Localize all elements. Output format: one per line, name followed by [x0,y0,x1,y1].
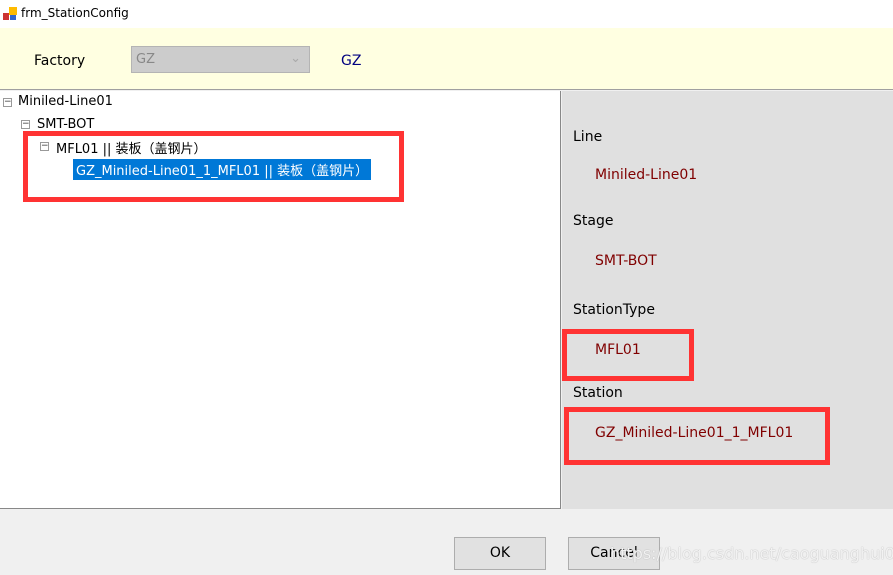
details-panel: Line Miniled-Line01 Stage SMT-BOT Statio… [562,91,893,509]
title-bar: frm_StationConfig [0,0,893,28]
factory-value: GZ [341,53,362,69]
station-tree[interactable]: − Miniled-Line01 − SMT-BOT − MFL01 || 装板… [0,91,561,509]
factory-select[interactable]: GZ ⌄ [131,46,310,73]
factory-select-value: GZ [136,52,155,67]
station-type-label: StationType [573,302,655,318]
tree-node-stage[interactable]: SMT-BOT [37,117,94,132]
window-title: frm_StationConfig [21,6,129,20]
app-icon [3,7,17,20]
station-label: Station [573,385,623,401]
line-label: Line [573,129,603,145]
highlight-box [564,407,830,465]
collapse-icon[interactable]: − [21,120,30,129]
stage-value: SMT-BOT [595,253,657,269]
highlight-box [562,329,694,381]
stage-label: Stage [573,213,614,229]
line-value: Miniled-Line01 [595,167,698,183]
watermark: https://blog.csdn.net/caoguanghui0804 [610,544,893,563]
tree-node-line[interactable]: Miniled-Line01 [18,94,113,109]
factory-label: Factory [34,53,86,69]
ok-button[interactable]: OK [454,537,546,570]
collapse-icon[interactable]: − [3,98,12,107]
chevron-down-icon: ⌄ [290,51,301,66]
highlight-box [23,131,404,202]
